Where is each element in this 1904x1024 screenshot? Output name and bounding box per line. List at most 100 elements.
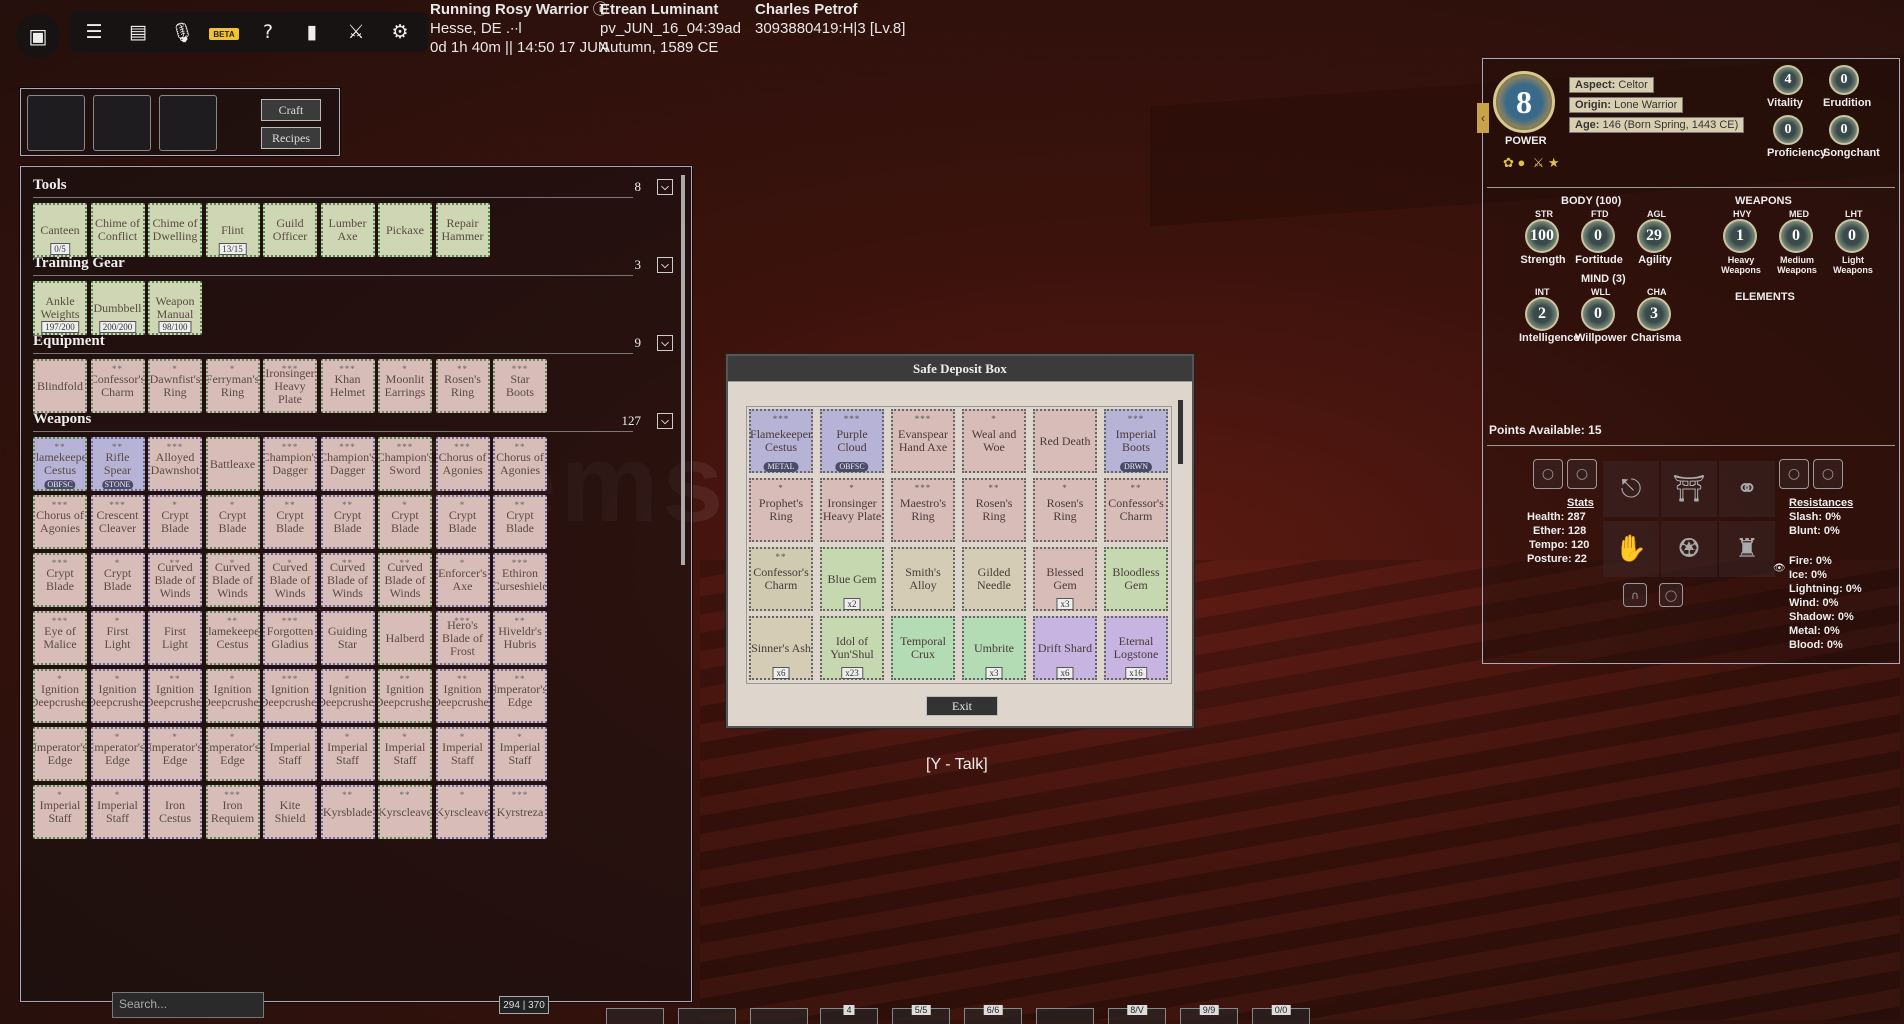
hotbar-slot[interactable] xyxy=(678,1008,736,1024)
inventory-item[interactable]: Lumber Axe xyxy=(320,203,375,257)
inventory-item[interactable]: First Light xyxy=(148,611,202,665)
chevron-down-icon[interactable]: ⌵ xyxy=(657,413,673,429)
chevron-down-icon[interactable]: ⌵ xyxy=(657,335,673,351)
inventory-item[interactable]: Dumbbell 200/200 xyxy=(90,281,145,335)
inventory-item[interactable]: ** Crypt Blade xyxy=(263,495,317,549)
inventory-item[interactable]: ** Curved Blade of Winds xyxy=(148,553,202,607)
inventory-item[interactable]: * Crypt Blade xyxy=(435,495,490,549)
deposit-item[interactable]: Umbrite x3 xyxy=(962,616,1026,680)
inventory-item[interactable]: * Crypt Blade xyxy=(205,495,260,549)
hotbar-slot[interactable]: 4 xyxy=(820,1005,878,1024)
deposit-scrollbar[interactable] xyxy=(1178,400,1183,464)
resistances-label[interactable]: Resistances xyxy=(1789,497,1853,509)
ring-slot-icon[interactable]: ○ xyxy=(1533,459,1563,489)
side-stat-orb[interactable]: 4 xyxy=(1773,65,1803,95)
inventory-item[interactable]: Iron Cestus xyxy=(148,785,202,839)
hotbar-slot[interactable] xyxy=(750,1008,808,1024)
deposit-item[interactable]: * Prophet's Ring xyxy=(749,478,813,542)
help-icon[interactable]: ? xyxy=(248,12,288,52)
swords-icon[interactable]: ⚔ xyxy=(336,12,376,52)
recipes-button[interactable]: Recipes xyxy=(261,127,321,149)
inventory-item[interactable]: *** Crypt Blade xyxy=(33,553,87,607)
side-stat-orb[interactable]: 0 xyxy=(1829,115,1859,145)
attr-orb-fortitude[interactable]: 0 xyxy=(1581,219,1615,253)
inventory-item[interactable]: ** Crypt Blade xyxy=(493,495,547,549)
inventory-item[interactable]: *** Crescent Cleaver xyxy=(90,495,145,549)
chevron-down-icon[interactable]: ⌵ xyxy=(657,257,673,273)
craft-slot[interactable] xyxy=(159,95,217,151)
deposit-item[interactable]: *** Purple Cloud OBFSC xyxy=(820,409,884,473)
inventory-item[interactable]: Pickaxe xyxy=(378,203,432,257)
craft-button[interactable]: Craft xyxy=(261,99,321,121)
attr-orb-intelligence[interactable]: 2 xyxy=(1525,297,1559,331)
inventory-item[interactable]: Guiding Star xyxy=(320,611,375,665)
inventory-item[interactable]: ** Hiveldr's Hubris xyxy=(493,611,547,665)
deposit-item[interactable]: Blessed Gem x3 xyxy=(1033,547,1097,611)
section-header-training-gear[interactable]: Training Gear 3 ⌵ xyxy=(33,255,673,276)
inventory-item[interactable]: *** Khan Helmet xyxy=(320,359,375,413)
inventory-item[interactable]: * Crypt Blade xyxy=(148,495,202,549)
stats-label[interactable]: Stats xyxy=(1567,497,1594,509)
deposit-item[interactable]: Temporal Crux xyxy=(891,616,955,680)
inventory-item[interactable]: *** Forgotten Gladius xyxy=(263,611,317,665)
inventory-item[interactable]: ***Ignition Deepcrusher xyxy=(263,669,317,723)
inventory-item[interactable]: *** Chorus of Agonies xyxy=(33,495,87,549)
deposit-item[interactable]: *** Evanspear Hand Axe xyxy=(891,409,955,473)
deposit-item[interactable]: Blue Gem x2 xyxy=(820,547,884,611)
hotbar-slot[interactable]: 9/9 xyxy=(1180,1005,1238,1024)
inventory-item[interactable]: ** Chorus of Agonies xyxy=(493,437,547,491)
inventory-item[interactable]: * Imperial Staff xyxy=(90,785,145,839)
inventory-item[interactable]: Imperator's Edge xyxy=(33,727,87,781)
side-stat-orb[interactable]: 0 xyxy=(1773,115,1803,145)
craft-slot[interactable] xyxy=(27,95,85,151)
inventory-item[interactable]: ** Curved Blade of Winds xyxy=(320,553,375,607)
deposit-item[interactable]: Gilded Needle xyxy=(962,547,1026,611)
deposit-item[interactable]: *** Imperial Boots DRWN xyxy=(1104,409,1168,473)
inventory-item[interactable]: * Imperator's Edge xyxy=(90,727,145,781)
inventory-item[interactable]: **Ignition Deepcrusher xyxy=(435,669,490,723)
inventory-item[interactable]: *** Kyrstreza xyxy=(493,785,547,839)
inventory-item[interactable]: * Moonlit Earrings xyxy=(378,359,432,413)
inventory-item[interactable]: *** Champion's Dagger xyxy=(320,437,375,491)
ring-slot-icon[interactable]: ○ xyxy=(1813,459,1843,489)
ring-slot-icon[interactable]: ○ xyxy=(1567,459,1597,489)
attr-orb-light-weapons[interactable]: 0 xyxy=(1835,219,1869,253)
book-icon[interactable]: ▮ xyxy=(292,12,332,52)
inventory-item[interactable]: *Ignition Deepcrusher xyxy=(33,669,87,723)
deposit-item[interactable]: *** Maestro's Ring xyxy=(891,478,955,542)
deposit-item[interactable]: Idol of Yun'Shul x23 xyxy=(820,616,884,680)
deposit-item[interactable]: ** Confessor's Charm xyxy=(1104,478,1168,542)
inventory-item[interactable]: Ankle Weights 197/200 xyxy=(33,281,87,335)
inventory-item[interactable]: Chime of Dwelling xyxy=(148,203,202,257)
search-input[interactable]: Search... xyxy=(112,992,264,1018)
inventory-item[interactable]: Weapon Manual 98/100 xyxy=(148,281,202,335)
inventory-item[interactable]: **Ignition Deepcrusher xyxy=(378,669,432,723)
inventory-item[interactable]: ** Curved Blade of Winds xyxy=(378,553,432,607)
inventory-item[interactable]: * First Light xyxy=(90,611,145,665)
amulet-slot-icon[interactable]: ∩ xyxy=(1623,583,1647,607)
deposit-item[interactable]: * Ironsinger Heavy Plate xyxy=(820,478,884,542)
inventory-item[interactable]: * Imperial Staff xyxy=(435,727,490,781)
inventory-item[interactable]: Imperial Staff xyxy=(263,727,317,781)
inventory-item[interactable]: * Imperial Staff xyxy=(320,727,375,781)
helmet-slot-icon[interactable]: ⛩ xyxy=(1661,461,1717,517)
inventory-item[interactable]: * Crypt Blade xyxy=(378,495,432,549)
boots-slot-icon[interactable]: ♼ xyxy=(1661,521,1717,577)
deposit-item[interactable]: * Weal and Woe xyxy=(962,409,1026,473)
inventory-item[interactable]: * Curved Blade of Winds xyxy=(263,553,317,607)
inventory-item[interactable]: *** Chorus of Agonies xyxy=(435,437,490,491)
inventory-item[interactable]: Blindfold xyxy=(33,359,87,413)
microphone-icon[interactable]: 🎙 xyxy=(162,12,202,52)
deposit-item[interactable]: Red Death xyxy=(1033,409,1097,473)
inventory-item[interactable]: **Flamekeeper Cestus OBFSC xyxy=(33,437,87,491)
inventory-item[interactable]: **Ignition Deepcrusher xyxy=(148,669,202,723)
inventory-item[interactable]: * Curved Blade of Winds xyxy=(205,553,260,607)
inventory-item[interactable]: * Enforcer's Axe xyxy=(435,553,490,607)
deposit-item[interactable]: Sinner's Ash x6 xyxy=(749,616,813,680)
inventory-scrollbar[interactable] xyxy=(681,175,685,565)
inventory-item[interactable]: ** Kyrsblade xyxy=(320,785,375,839)
deposit-item[interactable]: ** Rosen's Ring xyxy=(962,478,1026,542)
deposit-item[interactable]: Bloodless Gem xyxy=(1104,547,1168,611)
inventory-item[interactable]: Canteen 0/5 xyxy=(33,203,87,257)
hamburger-icon[interactable]: ☰ xyxy=(74,12,114,52)
